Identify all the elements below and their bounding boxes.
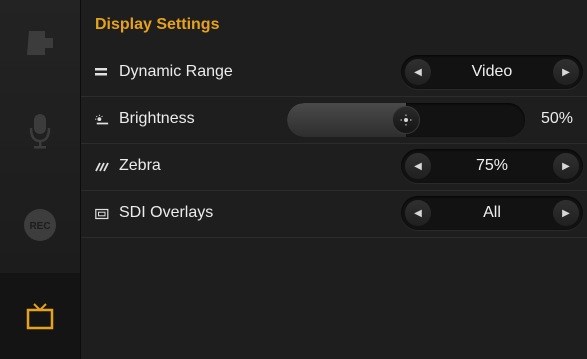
- dynamic-range-icon: [95, 67, 109, 79]
- sidebar-tab-audio[interactable]: [0, 88, 80, 174]
- monitor-icon: [26, 303, 54, 330]
- left-arrow-icon: ◀: [414, 66, 422, 78]
- right-arrow-icon: ▶: [562, 160, 570, 172]
- rec-label: REC: [29, 221, 50, 232]
- left-arrow-icon: ◀: [414, 207, 422, 219]
- setting-value: 75%: [475, 157, 509, 174]
- dynamic-range-selector: ◀ Video ▶: [401, 55, 583, 89]
- right-arrow-icon: ▶: [562, 66, 570, 78]
- right-arrow-icon: ▶: [562, 207, 570, 219]
- sidebar-tab-display[interactable]: [0, 273, 80, 359]
- slider-fill: [287, 103, 406, 137]
- setting-label: Brightness: [119, 110, 195, 127]
- next-button[interactable]: ▶: [553, 200, 579, 226]
- setting-label: SDI Overlays: [119, 204, 214, 221]
- microphone-icon: [29, 114, 51, 149]
- sdi-overlays-icon: [95, 208, 109, 220]
- setting-label: Dynamic Range: [119, 63, 233, 80]
- camera-icon: [27, 31, 53, 55]
- main-panel: Display Settings Dynamic Range ◀ Video ▶: [81, 0, 587, 359]
- setting-value: Video: [471, 63, 513, 80]
- setting-value: 50%: [540, 110, 573, 127]
- brightness-slider[interactable]: [287, 103, 525, 137]
- page-title: Display Settings: [95, 16, 220, 33]
- rec-icon: REC: [24, 209, 56, 241]
- setting-row-zebra: Zebra ◀ 75% ▶: [81, 144, 587, 191]
- next-button[interactable]: ▶: [553, 153, 579, 179]
- zebra-selector: ◀ 75% ▶: [401, 149, 583, 183]
- slider-handle[interactable]: [392, 106, 420, 134]
- screen: REC Display Settings Dynamic Range ◀ Vid…: [0, 0, 587, 359]
- sidebar-tab-camera[interactable]: [0, 0, 80, 86]
- left-arrow-icon: ◀: [414, 160, 422, 172]
- sdi-overlays-selector: ◀ All ▶: [401, 196, 583, 230]
- previous-button[interactable]: ◀: [405, 200, 431, 226]
- setting-row-sdi-overlays: SDI Overlays ◀ All ▶: [81, 191, 587, 238]
- next-button[interactable]: ▶: [553, 59, 579, 85]
- setting-label: Zebra: [119, 157, 161, 174]
- sun-icon: [400, 114, 412, 126]
- sidebar-tab-record[interactable]: REC: [0, 182, 80, 268]
- sidebar: REC: [0, 0, 81, 359]
- previous-button[interactable]: ◀: [405, 59, 431, 85]
- setting-row-dynamic-range: Dynamic Range ◀ Video ▶: [81, 50, 587, 97]
- setting-value: All: [483, 204, 501, 221]
- setting-row-brightness: Brightness 50%: [81, 97, 587, 144]
- brightness-icon: [95, 114, 109, 126]
- zebra-icon: [95, 161, 109, 173]
- previous-button[interactable]: ◀: [405, 153, 431, 179]
